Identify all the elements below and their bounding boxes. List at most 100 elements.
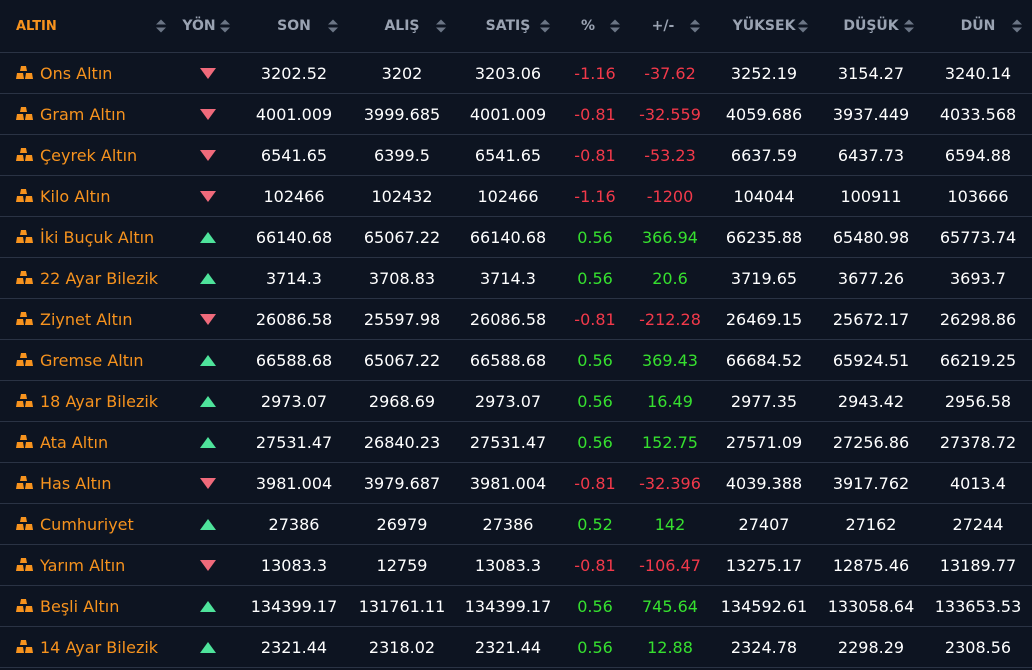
instrument-name[interactable]: 14 Ayar Bilezik	[40, 638, 158, 657]
absolute-change: -53.23	[630, 134, 710, 176]
instrument-name-cell[interactable]: 22 Ayar Bilezik	[0, 257, 176, 299]
instrument-name-cell[interactable]: Gremse Altın	[0, 339, 176, 381]
sell-price: 26086.58	[456, 298, 560, 340]
instrument-name[interactable]: Beşli Altın	[40, 597, 119, 616]
instrument-name-cell[interactable]: 14 Ayar Bilezik	[0, 626, 176, 668]
table-row[interactable]: Yarım Altın 13083.3 12759 13083.3 -0.81 …	[0, 544, 1032, 586]
instrument-name-cell[interactable]: Ons Altın	[0, 52, 176, 94]
absolute-change: 16.49	[630, 380, 710, 422]
column-header-son[interactable]: SON	[240, 0, 348, 53]
instrument-name[interactable]: 22 Ayar Bilezik	[40, 269, 158, 288]
column-header-yuksek[interactable]: YÜKSEK	[710, 0, 818, 53]
table-row[interactable]: Çeyrek Altın 6541.65 6399.5 6541.65 -0.8…	[0, 134, 1032, 176]
triangle-up-icon	[200, 518, 216, 530]
table-row[interactable]: 14 Ayar Bilezik 2321.44 2318.02 2321.44 …	[0, 626, 1032, 668]
column-header-label: SATIŞ	[485, 18, 531, 34]
table-row[interactable]: Has Altın 3981.004 3979.687 3981.004 -0.…	[0, 462, 1032, 504]
instrument-name[interactable]: Çeyrek Altın	[40, 146, 137, 165]
column-header-label: ALIŞ	[384, 18, 420, 34]
instrument-name[interactable]: Cumhuriyet	[40, 515, 134, 534]
last-price: 13083.3	[240, 544, 348, 586]
percent-change: -0.81	[560, 93, 630, 135]
absolute-change: 152.75	[630, 421, 710, 463]
sort-arrows-icon[interactable]	[436, 19, 446, 33]
instrument-name-cell[interactable]: Gram Altın	[0, 93, 176, 135]
sort-arrows-icon[interactable]	[690, 19, 700, 33]
instrument-name-cell[interactable]: Ziynet Altın	[0, 298, 176, 340]
column-header-satis[interactable]: SATIŞ	[456, 0, 560, 53]
column-header-label: DÜŞÜK	[843, 18, 899, 34]
instrument-name-cell[interactable]: Beşli Altın	[0, 585, 176, 627]
instrument-name[interactable]: 18 Ayar Bilezik	[40, 392, 158, 411]
instrument-name[interactable]: Ata Altın	[40, 433, 108, 452]
instrument-name[interactable]: Ziynet Altın	[40, 310, 132, 329]
instrument-name-cell[interactable]: Ata Altın	[0, 421, 176, 463]
table-row[interactable]: Ziynet Altın 26086.58 25597.98 26086.58 …	[0, 298, 1032, 340]
instrument-name-cell[interactable]: İki Buçuk Altın	[0, 216, 176, 258]
table-row[interactable]: Gremse Altın 66588.68 65067.22 66588.68 …	[0, 339, 1032, 381]
column-header-dusuk[interactable]: DÜŞÜK	[818, 0, 924, 53]
table-row[interactable]: İki Buçuk Altın 66140.68 65067.22 66140.…	[0, 216, 1032, 258]
instrument-name[interactable]: Ons Altın	[40, 64, 112, 83]
high-price: 4039.388	[710, 462, 818, 504]
table-row[interactable]: Beşli Altın 134399.17 131761.11 134399.1…	[0, 585, 1032, 627]
instrument-name-cell[interactable]: 18 Ayar Bilezik	[0, 380, 176, 422]
instrument-name-cell[interactable]: Çeyrek Altın	[0, 134, 176, 176]
last-price: 4001.009	[240, 93, 348, 135]
table-row[interactable]: 18 Ayar Bilezik 2973.07 2968.69 2973.07 …	[0, 380, 1032, 422]
instrument-name-cell[interactable]: Kilo Altın	[0, 175, 176, 217]
table-row[interactable]: 22 Ayar Bilezik 3714.3 3708.83 3714.3 0.…	[0, 257, 1032, 299]
sort-arrows-icon[interactable]	[156, 19, 166, 33]
instrument-name[interactable]: İki Buçuk Altın	[40, 228, 154, 247]
instrument-name-cell[interactable]: Has Altın	[0, 462, 176, 504]
sort-arrows-icon[interactable]	[904, 19, 914, 33]
direction-cell	[176, 134, 240, 176]
column-header-altin[interactable]: ALTIN	[0, 0, 176, 53]
gold-bars-icon	[16, 65, 33, 79]
column-header-change[interactable]: +/-	[630, 0, 710, 53]
gold-bars-icon	[16, 393, 33, 407]
column-header-percent[interactable]: %	[560, 0, 630, 53]
sort-arrows-icon[interactable]	[540, 19, 550, 33]
absolute-change: -1200	[630, 175, 710, 217]
previous-close: 66219.25	[924, 339, 1032, 381]
instrument-name[interactable]: Gremse Altın	[40, 351, 144, 370]
gold-bars-icon	[16, 311, 33, 325]
percent-change: 0.56	[560, 257, 630, 299]
buy-price: 3708.83	[348, 257, 456, 299]
column-header-label: SON	[277, 18, 311, 34]
buy-price: 65067.22	[348, 339, 456, 381]
buy-price: 6399.5	[348, 134, 456, 176]
previous-close: 2956.58	[924, 380, 1032, 422]
sort-arrows-icon[interactable]	[798, 19, 808, 33]
table-row[interactable]: Ata Altın 27531.47 26840.23 27531.47 0.5…	[0, 421, 1032, 463]
absolute-change: -32.396	[630, 462, 710, 504]
instrument-name-cell[interactable]: Yarım Altın	[0, 544, 176, 586]
instrument-name[interactable]: Yarım Altın	[40, 556, 125, 575]
sell-price: 13083.3	[456, 544, 560, 586]
sort-arrows-icon[interactable]	[1012, 19, 1022, 33]
sort-arrows-icon[interactable]	[220, 19, 230, 33]
last-price: 3714.3	[240, 257, 348, 299]
table-row[interactable]: Cumhuriyet 27386 26979 27386 0.52 142 27…	[0, 503, 1032, 545]
absolute-change: 12.88	[630, 626, 710, 668]
instrument-name[interactable]: Kilo Altın	[40, 187, 111, 206]
triangle-up-icon	[200, 395, 216, 407]
instrument-name[interactable]: Has Altın	[40, 474, 112, 493]
sell-price: 2321.44	[456, 626, 560, 668]
table-row[interactable]: Ons Altın 3202.52 3202 3203.06 -1.16 -37…	[0, 52, 1032, 94]
sell-price: 66140.68	[456, 216, 560, 258]
instrument-name[interactable]: Gram Altın	[40, 105, 126, 124]
table-row[interactable]: Gram Altın 4001.009 3999.685 4001.009 -0…	[0, 93, 1032, 135]
sort-arrows-icon[interactable]	[610, 19, 620, 33]
column-header-yon[interactable]: YÖN	[176, 0, 240, 53]
instrument-name-cell[interactable]: Cumhuriyet	[0, 503, 176, 545]
column-header-alis[interactable]: ALIŞ	[348, 0, 456, 53]
table-row[interactable]: Kilo Altın 102466 102432 102466 -1.16 -1…	[0, 175, 1032, 217]
previous-close: 65773.74	[924, 216, 1032, 258]
low-price: 100911	[818, 175, 924, 217]
column-header-dun[interactable]: DÜN	[924, 0, 1032, 53]
absolute-change: -32.559	[630, 93, 710, 135]
sort-arrows-icon[interactable]	[328, 19, 338, 33]
previous-close: 27378.72	[924, 421, 1032, 463]
